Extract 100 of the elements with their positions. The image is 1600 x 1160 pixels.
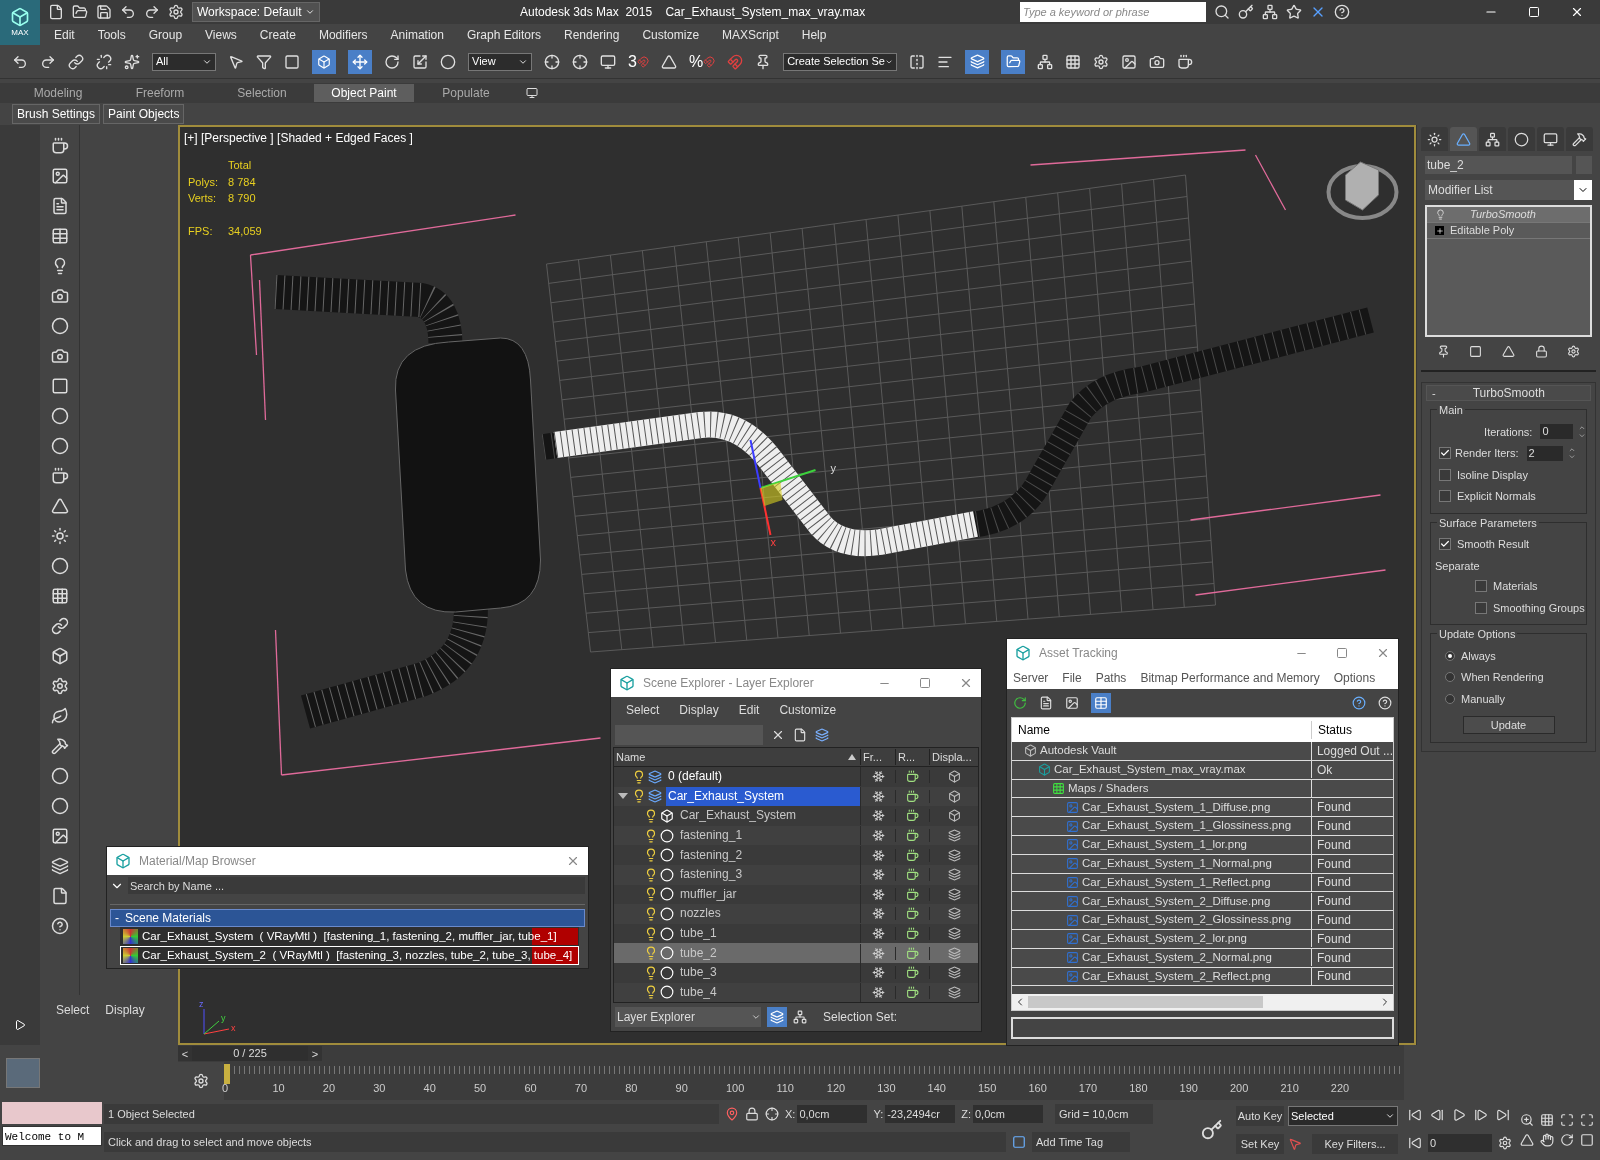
column-header[interactable]: Displa... [930, 748, 978, 766]
ribbon-tab[interactable]: Object Paint [314, 84, 414, 102]
snap-toggle[interactable]: 3 [628, 49, 649, 74]
object-name-field[interactable]: tube_2 [1425, 156, 1572, 174]
ribbon-panel-button[interactable]: Brush Settings [12, 104, 101, 124]
asset-name[interactable]: Car_Exhaust_System_1_Glossiness.png [1082, 817, 1292, 835]
key-mode-dropdown[interactable]: Selected [1288, 1106, 1398, 1126]
menu-item[interactable]: File [1062, 669, 1082, 687]
application-button[interactable]: MAX [0, 0, 40, 45]
group-header[interactable]: - Scene Materials [110, 909, 585, 927]
coordinate-field[interactable]: -23,2494cr [885, 1105, 956, 1123]
explorer-mode-dropdown[interactable]: Layer Explorer [615, 1007, 761, 1028]
named-selection-dropdown[interactable]: Create Selection Se [783, 52, 898, 71]
asset-name[interactable]: Autodesk Vault [1040, 742, 1117, 760]
add-time-tag[interactable]: Add Time Tag [1032, 1132, 1130, 1152]
column-header[interactable]: Name [614, 748, 861, 766]
current-frame-field[interactable]: 0 [1428, 1134, 1492, 1152]
previous-frame-button[interactable]: < [178, 1046, 192, 1061]
asset-name[interactable]: Car_Exhaust_System_2_Reflect.png [1082, 967, 1271, 986]
asset-name[interactable]: Car_Exhaust_System_1_Diffuse.png [1082, 798, 1271, 816]
update-button[interactable]: Update [1462, 716, 1555, 734]
rollout-toggle[interactable]: - [1427, 384, 1441, 402]
layer-row[interactable]: nozzles [614, 904, 978, 924]
percent-snap-toggle[interactable]: % [688, 49, 716, 74]
panel-tab[interactable]: Select [56, 1001, 90, 1017]
layer-name: Car_Exhaust_System [679, 807, 798, 825]
column-header[interactable]: Status [1312, 721, 1353, 739]
ribbon-panel-button[interactable]: Paint Objects [103, 104, 185, 124]
asset-status: Ok [1316, 761, 1333, 779]
menu-item[interactable]: Edit [738, 701, 760, 719]
asset-name[interactable]: Car_Exhaust_System_2_Diffuse.png [1082, 892, 1271, 910]
menu-item[interactable]: Server [1013, 669, 1049, 687]
time-slider-track[interactable]: < 0 / 225 > [178, 1045, 1404, 1062]
menu-item[interactable]: Options [1333, 669, 1376, 687]
auto-key-button[interactable]: Auto Key [1236, 1106, 1284, 1126]
panel-tab[interactable]: Display [105, 1001, 145, 1017]
layer-row[interactable]: tube_4 [614, 982, 978, 1003]
menu-item[interactable]: Select [626, 701, 660, 719]
maxscript-listener-field[interactable]: Welcome to M [2, 1126, 102, 1146]
asset-name[interactable]: Car_Exhaust_System_2_lor.png [1082, 930, 1247, 948]
column-header[interactable]: R... [896, 748, 930, 766]
asset-name[interactable]: Car_Exhaust_System_1_lor.png [1082, 836, 1247, 854]
menu-item[interactable]: Tools [97, 25, 126, 44]
menu-item[interactable]: Help [801, 25, 827, 44]
material-item[interactable]: Car_Exhaust_System ( VRayMtl ) [fastening_1, fastening_2, muffler_jar, tube_1] [120, 927, 579, 946]
reference-coordinate-dropdown[interactable]: View [468, 52, 532, 71]
rollout-title[interactable]: TurboSmooth [1472, 384, 1545, 402]
menu-item[interactable]: Bitmap Performance and Memory [1140, 669, 1320, 687]
material-item[interactable]: Car_Exhaust_System_2 ( VRayMtl ) [fastening_3, nozzles, tube_2, tube_3, tube_4] [120, 946, 579, 965]
menu-item[interactable]: Edit [54, 25, 75, 44]
layer-row[interactable]: Car_Exhaust_System [614, 786, 978, 807]
menu-item[interactable]: Customize [779, 701, 837, 719]
frame-number: 140 [927, 1081, 946, 1096]
layer-row[interactable]: fastening_3 [614, 864, 978, 885]
asset-name[interactable]: Maps / Shaders [1068, 779, 1149, 798]
selection-filter-dropdown[interactable]: All [152, 52, 216, 71]
modifier-stack-item[interactable]: Editable Poly [1427, 223, 1590, 239]
menu-item[interactable]: Animation [390, 25, 444, 44]
coordinate-field[interactable]: 0,0cm [797, 1105, 868, 1123]
viewport-label[interactable]: [+] [Perspective ] [Shaded + Edged Faces ] [184, 129, 413, 147]
asset-name[interactable]: Car_Exhaust_System_max_vray.max [1054, 761, 1246, 779]
column-header[interactable]: Name [1012, 721, 1312, 739]
menu-item[interactable]: Modifiers [318, 25, 368, 44]
menu-item[interactable]: Create [259, 25, 296, 44]
menu-item[interactable]: MAXScript [722, 25, 779, 44]
asset-name[interactable]: Car_Exhaust_System_1_Normal.png [1082, 855, 1272, 873]
coordinate-field[interactable]: 0,0cm [973, 1105, 1043, 1123]
workspace-dropdown[interactable]: Workspace: Default [192, 2, 320, 22]
asset-name[interactable]: Car_Exhaust_System_2_Glossiness.png [1082, 911, 1292, 929]
layer-row[interactable]: fastening_1 [614, 825, 978, 846]
menu-item[interactable]: Group [148, 25, 183, 44]
modifier-stack[interactable]: TurboSmooth Editable Poly [1425, 205, 1592, 337]
grid-status: Grid = 10,0cm [1055, 1104, 1153, 1124]
modifier-stack-item[interactable]: TurboSmooth [1427, 207, 1590, 223]
asset-name[interactable]: Car_Exhaust_System_1_Reflect.png [1082, 873, 1271, 892]
ribbon-tab[interactable]: Freeform [110, 84, 210, 102]
checkbox-label: Materials [1493, 579, 1538, 594]
menu-item[interactable]: Graph Editors [466, 25, 541, 44]
transform-gizmo-drawing[interactable]: y x [749, 439, 836, 548]
layer-name: tube_4 [679, 983, 718, 1001]
ribbon-tab[interactable]: Populate [416, 84, 516, 102]
set-key-button[interactable]: Set Key [1236, 1134, 1284, 1154]
next-frame-button[interactable]: > [308, 1046, 322, 1061]
track-bar[interactable]: 0 10 20 30 40 50 60 70 80 90 100 110 120 130 140 150 160 170 180 190 200 210 220 [224, 1062, 1404, 1100]
spinner-label: Render Iters: [1455, 446, 1519, 461]
menu-item[interactable]: Views [205, 25, 237, 44]
time-slider-thumb[interactable]: < 0 / 225 > [178, 1046, 322, 1061]
ribbon-tab[interactable]: Modeling [8, 84, 108, 102]
search-field[interactable]: Search by Name ... [128, 877, 585, 894]
asset-name[interactable]: Car_Exhaust_System_2_Normal.png [1082, 949, 1272, 967]
spinner-field[interactable]: 2 [1526, 445, 1563, 461]
ribbon-tab[interactable]: Selection [212, 84, 312, 102]
key-filters-button[interactable]: Key Filters... [1312, 1134, 1398, 1154]
column-header[interactable]: Fr... [861, 748, 896, 766]
menu-item[interactable]: Rendering [564, 25, 620, 44]
menu-item[interactable]: Display [679, 701, 719, 719]
menu-item[interactable]: Paths [1095, 669, 1127, 687]
menu-item[interactable]: Customize [642, 25, 700, 44]
modifier-list-dropdown[interactable]: Modifier List [1425, 180, 1592, 200]
spinner-field[interactable]: 0 [1540, 424, 1574, 440]
